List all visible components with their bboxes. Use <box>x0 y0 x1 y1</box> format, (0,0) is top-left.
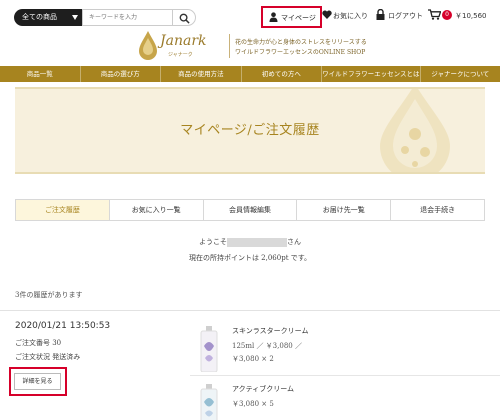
order-status: ご注文状況 発送済み <box>15 353 81 361</box>
logout-link[interactable]: ログアウト <box>376 8 423 22</box>
welcome-message: ようこそ さん <box>0 237 500 247</box>
site-logo[interactable]: Janark ジャナーク 花の生命力が心と身体のストレスをリリースする ワイルド… <box>138 30 378 62</box>
top-bar: 全ての商品 マイページ お気に入り ログアウト <box>0 0 500 34</box>
product-price-line: 125ml ／ ￥3,080 ／ <box>232 342 302 350</box>
mypage-label: マイページ <box>281 14 316 22</box>
view-details-button[interactable]: 詳細を見る <box>14 373 61 390</box>
item-divider <box>190 375 500 376</box>
nav-item-how-to-choose[interactable]: 商品の選び方 <box>81 66 162 82</box>
cart-total: ￥10,560 <box>455 12 487 20</box>
nav-item-products[interactable]: 商品一覧 <box>0 66 81 82</box>
tab-favorites[interactable]: お気に入り一覧 <box>110 200 204 220</box>
product-name[interactable]: スキンラスタークリーム <box>232 326 308 336</box>
favorites-label: お気に入り <box>333 12 368 20</box>
product-quantity-line: ￥3,080 × 5 <box>232 400 274 408</box>
product-name[interactable]: アクティブクリーム <box>232 384 294 394</box>
nav-item-how-to-use[interactable]: 商品の使用方法 <box>161 66 242 82</box>
product-image[interactable] <box>200 326 218 372</box>
welcome-prefix: ようこそ <box>199 238 227 246</box>
search-icon <box>179 13 190 24</box>
favorites-link[interactable]: お気に入り <box>322 10 368 21</box>
mypage-tabs: ご注文履歴 お気に入り一覧 会員情報編集 お届け先一覧 退会手続き <box>15 199 485 221</box>
search-input[interactable] <box>82 9 172 26</box>
lock-icon <box>376 8 385 20</box>
page-banner: マイページ/ご注文履歴 <box>15 87 485 174</box>
history-count: 3件の履歴があります <box>15 291 83 299</box>
order-number: ご注文番号 30 <box>15 339 62 347</box>
logo-tagline: 花の生命力が心と身体のストレスをリリースする <box>235 39 367 46</box>
cart-count-badge: 0 <box>442 10 452 20</box>
search-button[interactable] <box>172 9 196 26</box>
cart-icon <box>428 9 442 20</box>
product-image[interactable] <box>200 384 218 420</box>
order-date: 2020/01/21 13:50:53 <box>15 321 111 331</box>
masked-username <box>227 237 287 247</box>
category-select-label: 全ての商品 <box>22 13 57 21</box>
user-icon <box>269 12 278 22</box>
nav-item-about-janark[interactable]: ジャナークについて <box>421 66 500 82</box>
mypage-link[interactable]: マイページ <box>261 6 322 28</box>
drop-logo-icon <box>139 31 157 60</box>
chevron-down-icon <box>72 15 78 20</box>
heart-icon <box>322 10 332 19</box>
nav-item-first-time[interactable]: 初めての方へ <box>242 66 323 82</box>
page-title: マイページ/ご注文履歴 <box>180 123 320 138</box>
tab-member-info[interactable]: 会員情報編集 <box>204 200 298 220</box>
nav-item-about-essence[interactable]: ワイルドフラワーエッセンスとは <box>322 66 421 82</box>
brand-kana: ジャナーク <box>168 52 193 58</box>
brand-name: Janark <box>160 33 207 49</box>
cart-link[interactable]: 0 ￥10,560 <box>428 9 487 22</box>
category-select[interactable]: 全ての商品 <box>14 9 82 26</box>
logo-tagline-shop: ワイルドフラワーエッセンスのONLINE SHOP <box>235 49 366 56</box>
section-divider <box>0 310 500 311</box>
welcome-suffix: さん <box>287 238 301 246</box>
tab-withdraw[interactable]: 退会手続き <box>391 200 484 220</box>
points-message: 現在の所持ポイントは 2,060pt です。 <box>188 254 312 262</box>
logout-label: ログアウト <box>388 12 423 20</box>
product-quantity-line: ￥3,080 × 2 <box>232 355 274 363</box>
tab-delivery-addresses[interactable]: お届け先一覧 <box>297 200 392 220</box>
main-nav: 商品一覧 商品の選び方 商品の使用方法 初めての方へ ワイルドフラワーエッセンス… <box>0 66 500 82</box>
logo-divider <box>229 34 230 58</box>
tab-order-history[interactable]: ご注文履歴 <box>16 200 110 220</box>
